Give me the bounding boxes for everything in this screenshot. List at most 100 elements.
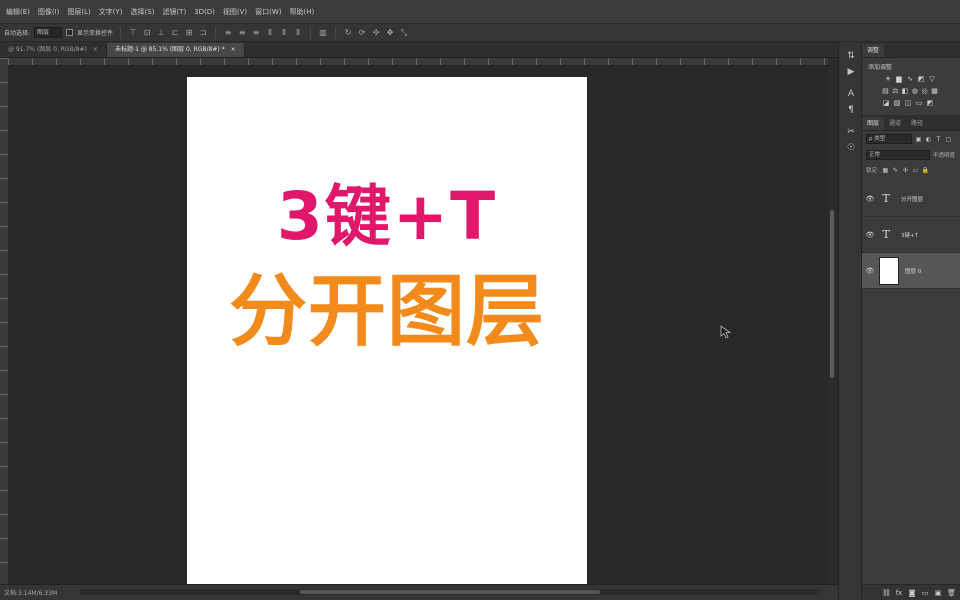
curves-icon[interactable]: ∿ (906, 75, 914, 83)
layer-name[interactable]: 分开图层 (901, 195, 923, 203)
auto-align-icon[interactable]: ▥ (318, 28, 328, 38)
tools-icon[interactable]: ✂ (839, 124, 863, 140)
lock-transparency-icon[interactable]: ▦ (882, 167, 889, 174)
menu-image[interactable]: 图像(I) (34, 7, 64, 17)
layer-name[interactable]: 3键+T (901, 231, 918, 239)
delete-layer-icon[interactable]: 🗑 (947, 589, 956, 597)
mouse-cursor-icon (720, 325, 732, 339)
distribute-right-icon[interactable]: ⦀ (293, 28, 303, 38)
menu-filter[interactable]: 滤镜(T) (158, 7, 190, 17)
document-size[interactable]: 文档:3.14M/6.33M (4, 588, 57, 597)
brush-preset-icon[interactable]: ☉ (839, 140, 863, 156)
add-mask-icon[interactable]: ◙ (908, 589, 916, 597)
close-icon[interactable]: × (231, 43, 236, 57)
tab-channels[interactable]: 通道 (884, 117, 906, 130)
tab-document-2[interactable]: 未标题-1 @ 85.1% (图层 0, RGB/8#) * × (106, 43, 245, 57)
gradient-map-icon[interactable]: ▭ (915, 99, 923, 107)
document-canvas[interactable]: 3键+T 分开图层 (187, 77, 587, 587)
black-white-icon[interactable]: ◧ (902, 87, 909, 95)
photo-filter-icon[interactable]: ◍ (911, 87, 918, 95)
menu-3d[interactable]: 3D(D) (190, 8, 219, 16)
menu-select[interactable]: 选择(S) (127, 7, 159, 17)
channel-mixer-icon[interactable]: ◎ (921, 87, 928, 95)
paragraph-icon[interactable]: ¶ (839, 102, 863, 118)
distribute-bottom-icon[interactable]: ≡ (251, 28, 261, 38)
text-layer-line2[interactable]: 分开图层 (187, 267, 587, 357)
selective-color-icon[interactable]: ◩ (926, 99, 934, 107)
visibility-eye-icon[interactable]: 👁 (865, 267, 875, 275)
3d-drag-icon[interactable]: ✣ (371, 28, 381, 38)
color-lookup-icon[interactable]: ▦ (931, 87, 938, 95)
distribute-hcenter-icon[interactable]: ⦀ (279, 28, 289, 38)
link-layers-icon[interactable]: ⛓ (882, 589, 891, 597)
auto-select-dropdown[interactable]: 图层 (34, 27, 63, 38)
layer-row-text-1[interactable]: 👁 T 分开图层 (862, 181, 960, 217)
filter-pixel-icon[interactable]: ▣ (915, 136, 922, 143)
3d-slide-icon[interactable]: ✥ (385, 28, 395, 38)
distribute-vcenter-icon[interactable]: ≡ (237, 28, 247, 38)
3d-roll-icon[interactable]: ⟳ (357, 28, 367, 38)
layer-style-icon[interactable]: fx (895, 589, 903, 597)
show-transform-label: 显示变换控件 (77, 30, 114, 37)
vertical-ruler[interactable] (0, 58, 8, 584)
align-top-icon[interactable]: ⊤ (128, 28, 138, 38)
canvas-vertical-scrollbar[interactable] (828, 58, 836, 584)
filter-shape-icon[interactable]: ▢ (945, 136, 952, 143)
lock-pixels-icon[interactable]: ✎ (892, 167, 899, 174)
text-layer-line1[interactable]: 3键+T (187, 177, 587, 257)
posterize-icon[interactable]: ▨ (893, 99, 901, 107)
threshold-icon[interactable]: ◫ (904, 99, 912, 107)
scrollbar-thumb[interactable] (830, 210, 834, 378)
vibrance-icon[interactable]: ▽ (928, 75, 936, 83)
menu-layer[interactable]: 图层(L) (63, 7, 94, 17)
3d-rotate-icon[interactable]: ↻ (343, 28, 353, 38)
tab-document-1[interactable]: @ 91.7% (图层 0, RGB/8#) × (0, 43, 107, 57)
layer-row-pixel[interactable]: 👁 图层 0 (862, 253, 960, 289)
scrollbar-thumb[interactable] (300, 590, 600, 594)
hue-saturation-icon[interactable]: ▤ (882, 87, 889, 95)
menu-view[interactable]: 视图(V) (219, 7, 251, 17)
canvas-horizontal-scrollbar[interactable] (80, 589, 820, 595)
color-balance-icon[interactable]: ⚖ (892, 87, 899, 95)
visibility-eye-icon[interactable]: 👁 (865, 195, 875, 203)
layer-name[interactable]: 图层 0 (905, 267, 921, 275)
brightness-icon[interactable]: ☀ (884, 75, 892, 83)
menu-window[interactable]: 窗口(W) (251, 7, 285, 17)
distribute-left-icon[interactable]: ⦀ (265, 28, 275, 38)
tab-adjustments[interactable]: 调整 (862, 44, 885, 57)
new-group-icon[interactable]: ▭ (921, 589, 929, 597)
adjustment-icons-row-2: ▤ ⚖ ◧ ◍ ◎ ▦ (862, 85, 960, 97)
history-icon[interactable]: ⇅ (839, 48, 863, 64)
align-right-icon[interactable]: ⊐ (198, 28, 208, 38)
show-transform-checkbox[interactable] (66, 29, 74, 36)
invert-icon[interactable]: ◪ (882, 99, 890, 107)
align-hcenter-icon[interactable]: ⊞ (184, 28, 194, 38)
actions-play-icon[interactable]: ▶ (839, 64, 863, 80)
tab-label: 未标题-1 @ 85.1% (图层 0, RGB/8#) * (114, 46, 225, 53)
exposure-icon[interactable]: ◩ (917, 75, 925, 83)
layer-kind-filter[interactable]: ρ 类型 (866, 134, 912, 144)
new-layer-icon[interactable]: ▣ (934, 589, 942, 597)
layer-row-text-2[interactable]: 👁 T 3键+T (862, 217, 960, 253)
tab-layers[interactable]: 图层 (862, 117, 885, 130)
filter-adjust-icon[interactable]: ◐ (925, 136, 932, 143)
lock-artboard-icon[interactable]: ▭ (912, 167, 919, 174)
filter-text-icon[interactable]: T (935, 136, 942, 143)
distribute-top-icon[interactable]: ≡ (223, 28, 233, 38)
character-icon[interactable]: A (839, 86, 863, 102)
menu-edit[interactable]: 编辑(E) (2, 7, 34, 17)
menu-help[interactable]: 帮助(H) (286, 7, 319, 17)
align-bottom-icon[interactable]: ⊥ (156, 28, 166, 38)
align-left-icon[interactable]: ⊏ (170, 28, 180, 38)
levels-icon[interactable]: ▆ (895, 75, 903, 83)
horizontal-ruler[interactable] (8, 58, 830, 66)
lock-all-icon[interactable]: 🔒 (922, 167, 929, 174)
align-vcenter-icon[interactable]: ⊡ (142, 28, 152, 38)
blend-mode-dropdown[interactable]: 正常 (866, 150, 930, 160)
lock-position-icon[interactable]: ✣ (902, 167, 909, 174)
close-icon[interactable]: × (93, 43, 98, 57)
tab-paths[interactable]: 路径 (906, 117, 928, 130)
3d-scale-icon[interactable]: ⤡ (399, 28, 409, 38)
menu-type[interactable]: 文字(Y) (95, 7, 127, 17)
visibility-eye-icon[interactable]: 👁 (865, 231, 875, 239)
